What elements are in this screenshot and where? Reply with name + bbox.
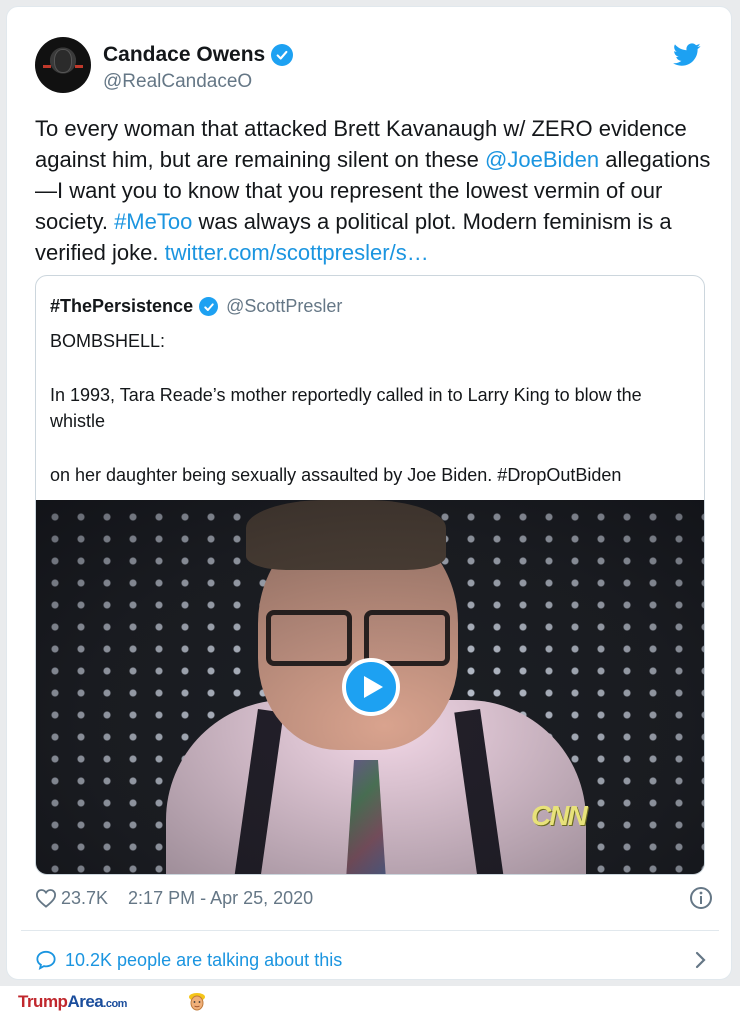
cnn-watermark: CNN bbox=[531, 800, 588, 831]
quoted-author-handle[interactable]: @ScottPresler bbox=[226, 296, 342, 317]
like-count[interactable]: 23.7K bbox=[61, 888, 108, 909]
hashtag-link[interactable]: #MeToo bbox=[114, 209, 192, 234]
quoted-author-name[interactable]: #ThePersistence bbox=[50, 296, 193, 317]
verified-badge-icon bbox=[271, 44, 294, 66]
quoted-tweet[interactable]: #ThePersistence @ScottPresler BOMBSHELL:… bbox=[35, 275, 705, 875]
tweet-text: To every woman that attacked Brett Kavan… bbox=[35, 113, 715, 268]
url-link[interactable]: twitter.com/scottpresler/s… bbox=[165, 240, 429, 265]
author-handle[interactable]: @RealCandaceO bbox=[103, 71, 252, 93]
heart-icon[interactable] bbox=[35, 888, 57, 908]
chevron-right-icon[interactable] bbox=[695, 951, 707, 969]
comment-bubble-icon bbox=[36, 950, 56, 970]
author-name-row[interactable]: Candace Owens bbox=[103, 43, 294, 67]
quoted-text: BOMBSHELL: In 1993, Tara Reade’s mother … bbox=[50, 328, 690, 488]
mention-link[interactable]: @JoeBiden bbox=[485, 147, 599, 172]
tweet-timestamp[interactable]: 2:17 PM - Apr 25, 2020 bbox=[128, 888, 313, 909]
quoted-line: In 1993, Tara Reade’s mother reportedly … bbox=[50, 385, 642, 431]
quoted-line: BOMBSHELL: bbox=[50, 331, 166, 351]
author-name[interactable]: Candace Owens bbox=[103, 43, 265, 67]
talking-count-text[interactable]: 10.2K people are talking about this bbox=[65, 950, 342, 971]
watermark-footer: TrumpArea.com bbox=[0, 986, 740, 1016]
quoted-header: #ThePersistence @ScottPresler bbox=[50, 296, 342, 317]
video-player[interactable]: CNN bbox=[36, 500, 704, 874]
trump-face-icon bbox=[189, 993, 205, 1011]
author-avatar[interactable] bbox=[35, 37, 91, 93]
divider bbox=[21, 930, 719, 931]
logo-text-part: Trump bbox=[18, 992, 68, 1011]
conversation-link[interactable]: 10.2K people are talking about this bbox=[35, 945, 715, 975]
logo-text-part: .com bbox=[103, 998, 127, 1010]
info-icon[interactable] bbox=[689, 886, 713, 910]
play-icon bbox=[364, 676, 383, 698]
verified-badge-icon bbox=[199, 297, 219, 316]
tweet-card: Candace Owens @RealCandaceO To every wom… bbox=[6, 6, 732, 980]
tweet-meta-row: 23.7K 2:17 PM - Apr 25, 2020 bbox=[35, 883, 715, 913]
twitter-bird-icon[interactable] bbox=[673, 43, 701, 67]
logo-text-part: Area bbox=[67, 992, 104, 1011]
quoted-line: on her daughter being sexually assaulted… bbox=[50, 465, 622, 485]
site-logo: TrumpArea.com bbox=[18, 992, 127, 1012]
play-button[interactable] bbox=[342, 658, 400, 716]
